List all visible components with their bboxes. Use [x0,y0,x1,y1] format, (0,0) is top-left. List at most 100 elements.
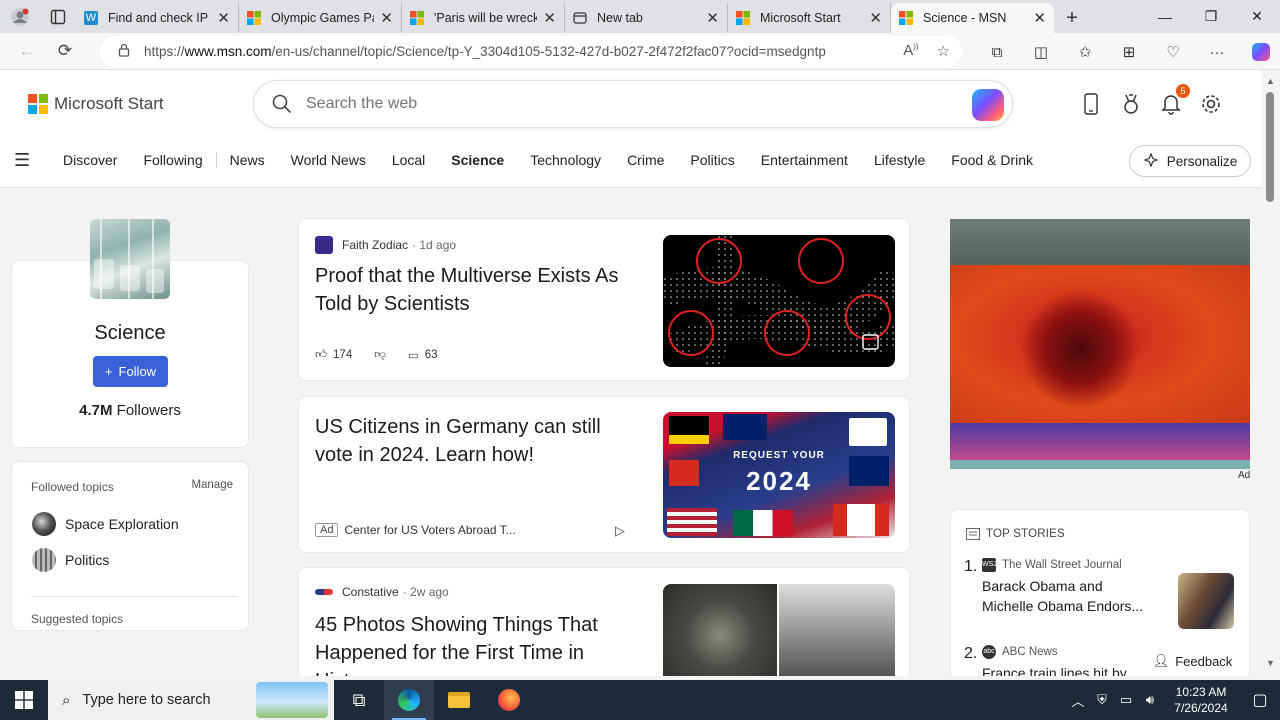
back-arrow-icon[interactable]: ← [10,36,44,66]
collections-icon[interactable]: ⊞ [1107,37,1151,67]
web-search-box[interactable] [253,80,1013,128]
edge-browser-icon[interactable] [384,680,434,720]
close-tab-icon[interactable]: ✕ [706,9,719,27]
followed-topic-item[interactable]: Space Exploration [32,512,179,536]
tab-actions-icon[interactable] [40,0,76,33]
article-thumbnail[interactable] [663,584,895,676]
split-screen-icon[interactable]: ◫ [1019,37,1063,67]
scrollbar-thumb[interactable] [1266,92,1274,202]
nav-item-discover[interactable]: Discover [50,152,130,168]
browser-tab[interactable]: Microsoft Start ✕ [728,3,891,33]
sponsored-card[interactable]: US Citizens in Germany can still vote in… [298,396,910,553]
scroll-up-arrow-icon[interactable]: ▲ [1266,76,1275,86]
windows-start-icon[interactable] [0,680,48,720]
refresh-icon[interactable]: ⟳ [48,36,82,66]
close-window-icon[interactable]: ✕ [1234,0,1280,33]
favorites-icon[interactable]: ✩ [1063,37,1107,67]
profile-avatar-icon[interactable] [0,0,40,33]
nav-item-following[interactable]: Following [130,152,215,168]
browser-tab[interactable]: New tab ✕ [565,3,728,33]
nav-item-world-news[interactable]: World News [278,152,379,168]
ad-headline[interactable]: US Citizens in Germany can still vote in… [315,413,635,469]
nav-item-crime[interactable]: Crime [614,152,677,168]
task-view-icon[interactable]: ⧉ [334,680,384,720]
tray-overflow-icon[interactable]: ︿ [1066,691,1090,710]
close-tab-icon[interactable]: ✕ [380,9,393,27]
display-ad[interactable] [950,219,1250,469]
nav-item-entertainment[interactable]: Entertainment [748,152,861,168]
close-tab-icon[interactable]: ✕ [1033,9,1046,27]
nav-item-news[interactable]: News [217,152,278,168]
minimize-icon[interactable]: — [1142,0,1188,33]
thumbs-down-icon[interactable]: 👎︎ [374,348,386,362]
nav-item-science[interactable]: Science [438,152,517,168]
browser-tab[interactable]: Olympic Games Pa ✕ [239,3,402,33]
notifications-bell-icon[interactable]: 5 [1160,84,1190,116]
browser-tab-active[interactable]: Science - MSN ✕ [891,3,1054,33]
manage-link[interactable]: Manage [191,479,233,491]
comment-count: 63 [424,349,438,361]
close-tab-icon[interactable]: ✕ [543,9,556,27]
copilot-sidebar-icon[interactable] [1239,37,1280,67]
mobile-app-icon[interactable] [1080,92,1102,116]
window-controls: — ❐ ✕ [1142,0,1280,33]
hamburger-menu-icon[interactable]: ☰ [14,150,36,171]
notification-center-icon[interactable]: ▢ [1240,690,1280,710]
nav-item-food-drink[interactable]: Food & Drink [938,152,1046,168]
search-highlight-image [256,682,328,718]
story-title[interactable]: France train lines hit by [982,663,1157,676]
read-aloud-icon[interactable]: A)) [903,42,918,60]
top-story-item[interactable]: 2. abc ABC News France train lines hit by [964,645,1157,676]
more-menu-icon[interactable]: ··· [1195,37,1239,67]
nav-item-technology[interactable]: Technology [517,152,614,168]
rewards-icon[interactable] [1120,92,1142,116]
article-headline[interactable]: Proof that the Multiverse Exists As Told… [315,262,635,318]
site-header: Microsoft Start 5 ☰ Discover Following N… [0,70,1262,188]
browser-tab[interactable]: 'Paris will be wreck ✕ [402,3,565,33]
restore-icon[interactable]: ❐ [1188,0,1234,33]
ad-image[interactable]: REQUEST YOUR 2024 [663,412,895,538]
comment-icon[interactable]: ▭ [408,348,419,362]
tab-title: Find and check IP [108,11,209,25]
close-tab-icon[interactable]: ✕ [869,9,882,27]
story-thumbnail[interactable] [1178,573,1234,629]
followed-topic-item[interactable]: Politics [32,548,109,572]
story-title[interactable]: Barack Obama and Michelle Obama Endors..… [982,576,1157,616]
follow-button[interactable]: + Follow [93,356,168,387]
nav-item-local[interactable]: Local [379,152,438,168]
close-tab-icon[interactable]: ✕ [217,9,230,27]
lock-icon[interactable] [118,43,130,60]
page-scrollbar[interactable]: ▲ ▼ [1262,70,1280,676]
scroll-down-arrow-icon[interactable]: ▼ [1266,658,1275,668]
microsoft-start-logo[interactable]: Microsoft Start [28,94,164,114]
search-input[interactable] [306,95,946,113]
browser-tab[interactable]: W Find and check IP ✕ [76,3,239,33]
article-thumbnail[interactable] [663,235,895,367]
file-explorer-icon[interactable] [434,680,484,720]
copilot-icon[interactable] [972,89,1004,121]
security-icon[interactable]: ⛨ [1090,692,1114,708]
article-card[interactable]: Faith Zodiac · 1d ago Proof that the Mult… [298,218,910,381]
taskbar-search-box[interactable]: ⌕ Type here to search [48,680,334,720]
sparkle-edit-icon [1143,153,1159,168]
new-tab-button[interactable]: + [1054,3,1090,33]
feedback-button[interactable]: 👤︎ Feedback [1140,648,1245,674]
article-card[interactable]: Constative · 2w ago 45 Photos Showing Thi… [298,567,910,676]
article-headline[interactable]: 45 Photos Showing Things That Happened f… [315,611,635,676]
favorite-star-icon[interactable]: ☆ [937,42,950,60]
network-icon[interactable]: ▭ [1114,692,1138,708]
settings-gear-icon[interactable] [1200,92,1222,116]
volume-icon[interactable]: 🔊︎ [1138,692,1162,708]
personalize-button[interactable]: Personalize [1129,145,1251,177]
firefox-icon[interactable] [484,680,534,720]
ad-choices-icon[interactable]: ▷ [615,523,625,539]
nav-item-politics[interactable]: Politics [677,152,747,168]
address-bar[interactable]: https://www.msn.com/en-us/channel/topic/… [100,36,962,67]
browser-essentials-icon[interactable]: ♡ [1151,37,1195,67]
extensions-icon[interactable]: ⧉ [975,37,1019,67]
thumbs-up-icon[interactable]: 👍︎ [315,348,327,362]
system-clock[interactable]: 10:23 AM 7/26/2024 [1162,684,1240,716]
ad-label: Ad [1238,470,1251,481]
top-story-item[interactable]: 1. WSJ The Wall Street Journal Barack Oba… [964,558,1157,616]
nav-item-lifestyle[interactable]: Lifestyle [861,152,938,168]
